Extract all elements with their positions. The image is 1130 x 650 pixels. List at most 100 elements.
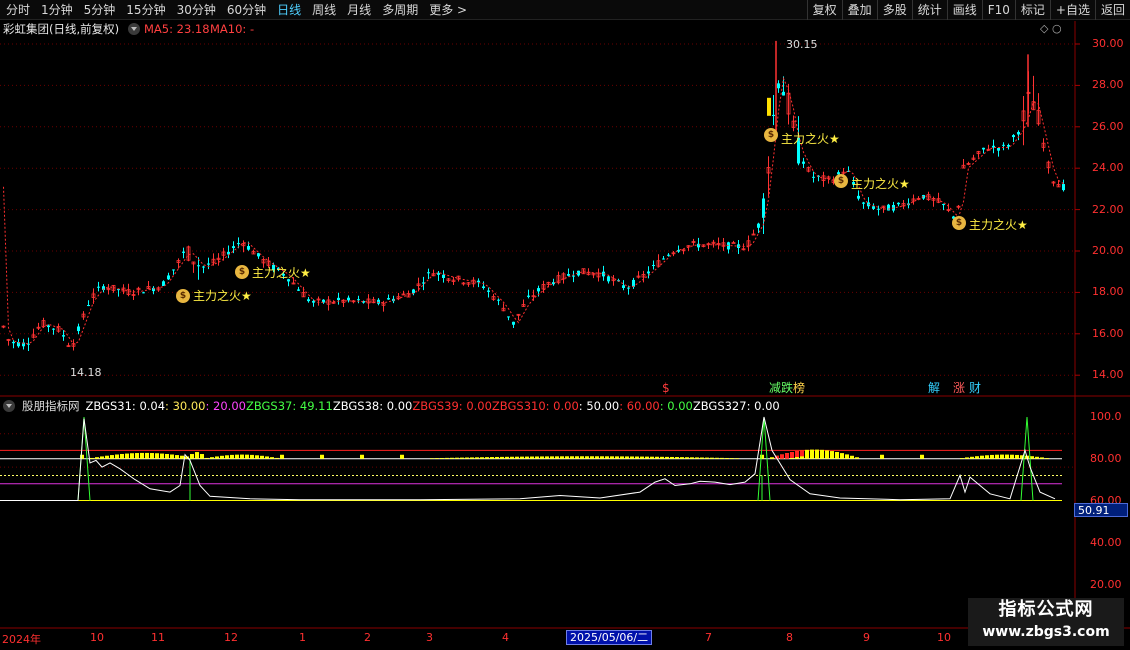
candle-body: [731, 242, 736, 244]
indicator-dot: [400, 454, 404, 459]
indicator-bar: [845, 454, 849, 459]
indicator-bar: [445, 457, 449, 459]
event-mark-board[interactable]: 榜: [792, 381, 806, 395]
chevron-down-icon[interactable]: [128, 23, 140, 35]
indicator-bar: [590, 456, 594, 459]
candle-body: [197, 265, 200, 267]
indicator-bar: [220, 455, 224, 459]
indicator-header: 股朋指标网 ZBGS31: 0.04 : 30.00 : 20.00 ZBGS3…: [0, 398, 780, 414]
indicator-bar: [645, 456, 649, 459]
circle-icon[interactable]: ○: [1052, 22, 1062, 35]
date-label: 12: [224, 631, 238, 644]
kline-chart[interactable]: [0, 0, 1130, 650]
candle-body: [897, 202, 900, 205]
indicator-bar: [460, 457, 464, 459]
candle-body: [507, 316, 510, 318]
indicator-dot: [320, 454, 324, 459]
price-axis-label: 16.00: [1092, 326, 1124, 340]
line50-value: : 50.00: [578, 399, 620, 413]
candle-body: [412, 289, 415, 294]
indicator-bar: [525, 456, 529, 459]
indicator-bar: [435, 458, 439, 459]
candle-body: [202, 266, 205, 268]
chevron-down-icon[interactable]: [3, 400, 15, 412]
candle-body: [757, 223, 760, 228]
event-mark-unlock[interactable]: 解: [927, 381, 941, 395]
indicator-bar: [200, 454, 204, 459]
indicator-bar: [230, 454, 234, 459]
indicator-dot: [280, 454, 284, 459]
event-mark-finance[interactable]: 财: [968, 381, 982, 395]
candle-body: [802, 161, 805, 164]
candle-body: [307, 299, 310, 302]
indicator-bar: [970, 456, 974, 459]
indicator-bar: [95, 457, 99, 459]
indicator-bar: [515, 456, 519, 459]
candle-body: [857, 195, 860, 199]
indicator-bar: [1045, 458, 1049, 459]
indicator-bar: [1000, 454, 1004, 459]
date-label: 2: [364, 631, 371, 644]
indicator-bar: [170, 454, 174, 459]
indicator-bar: [575, 456, 579, 459]
indicator-bar: [520, 456, 524, 459]
indicator-bar: [635, 456, 639, 459]
highlight-bar: [767, 97, 771, 116]
indicator-bar: [710, 457, 714, 459]
candle-body: [182, 251, 185, 253]
candle-body: [207, 263, 210, 265]
indicator-bar-hot: [790, 451, 794, 458]
sub-axis-label: 80.00: [1090, 452, 1122, 465]
event-mark-limit-up[interactable]: 涨: [952, 381, 966, 395]
candle-body: [142, 292, 145, 294]
diamond-icon[interactable]: ◇: [1040, 22, 1048, 35]
candle-body: [567, 274, 570, 276]
indicator-bar: [975, 456, 979, 459]
indicator-dot: [360, 454, 364, 459]
indicator-bar: [250, 454, 254, 459]
indicator-bar: [580, 456, 584, 459]
indicator-bar: [595, 456, 599, 459]
candle-body: [782, 91, 785, 96]
candle-body: [1007, 145, 1010, 147]
candle-body: [982, 147, 985, 150]
indicator-bar: [135, 453, 139, 459]
indicator-name[interactable]: 股朋指标网: [22, 398, 80, 414]
indicator-dot: [920, 454, 924, 459]
candle-body: [652, 264, 655, 266]
indicator-bar: [275, 457, 279, 459]
candle-body: [632, 279, 635, 287]
watermark-url: www.zbgs3.com: [982, 624, 1110, 640]
price-axis-label: 28.00: [1092, 78, 1124, 92]
indicator-bar: [155, 453, 159, 459]
indicator-bar: [120, 453, 124, 459]
indicator-bar: [1035, 456, 1039, 459]
candle-body: [357, 299, 360, 301]
money-bag-icon: $: [176, 289, 190, 303]
event-mark-dividend[interactable]: $: [661, 381, 671, 395]
signal-label: 主力之火★: [851, 177, 910, 191]
candle-body: [527, 295, 530, 297]
indicator-bar: [450, 457, 454, 459]
date-label: 10: [90, 631, 104, 644]
candle-body: [667, 254, 670, 256]
candle-body: [377, 299, 380, 304]
sub-axis-label: 20.00: [1090, 578, 1122, 591]
indicator-bar: [90, 457, 94, 459]
indicator-bar: [640, 456, 644, 459]
indicator-bar: [1010, 454, 1014, 459]
zbgs310-value: ZBGS310: 0.00: [491, 399, 579, 413]
indicator-bar: [505, 456, 509, 459]
indicator-bar: [615, 456, 619, 459]
indicator-dot: [880, 454, 884, 459]
sub-axis-label: 40.00: [1090, 536, 1122, 549]
main-chart-header: 彩虹集团(日线,前复权) MA5: 23.18 MA10: -: [0, 21, 1130, 37]
indicator-bar: [145, 452, 149, 459]
sub-axis-label: 100.0: [1090, 410, 1122, 423]
indicator-bar: [630, 456, 634, 459]
price-axis-label: 30.00: [1092, 37, 1124, 50]
candle-body: [997, 148, 1000, 151]
signal-label: 主力之火★: [969, 218, 1028, 232]
zbgs39-value: ZBGS39: 0.00: [412, 399, 492, 413]
money-bag-icon: $: [764, 128, 778, 142]
